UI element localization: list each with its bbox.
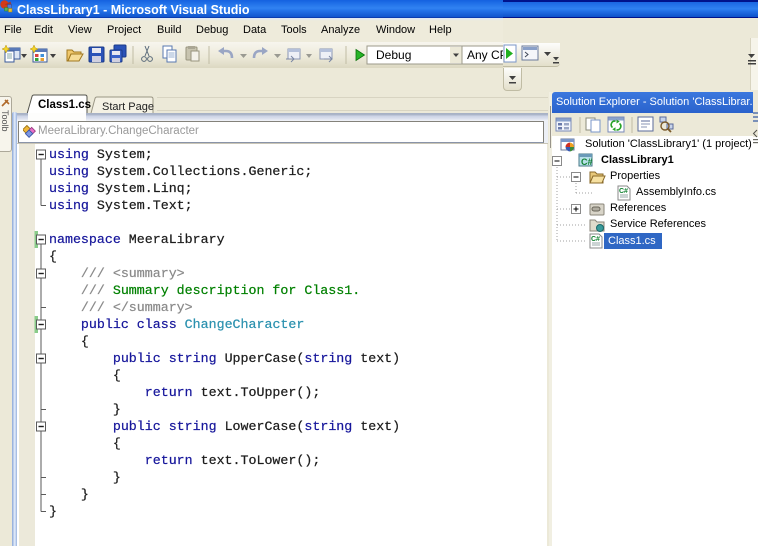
svg-text:C#: C# [581,157,593,167]
svg-text:C#: C# [619,188,628,195]
svg-text:Debug: Debug [376,48,411,62]
svg-text:C#: C# [591,236,600,243]
svg-text:Any CPU: Any CPU [467,48,503,62]
